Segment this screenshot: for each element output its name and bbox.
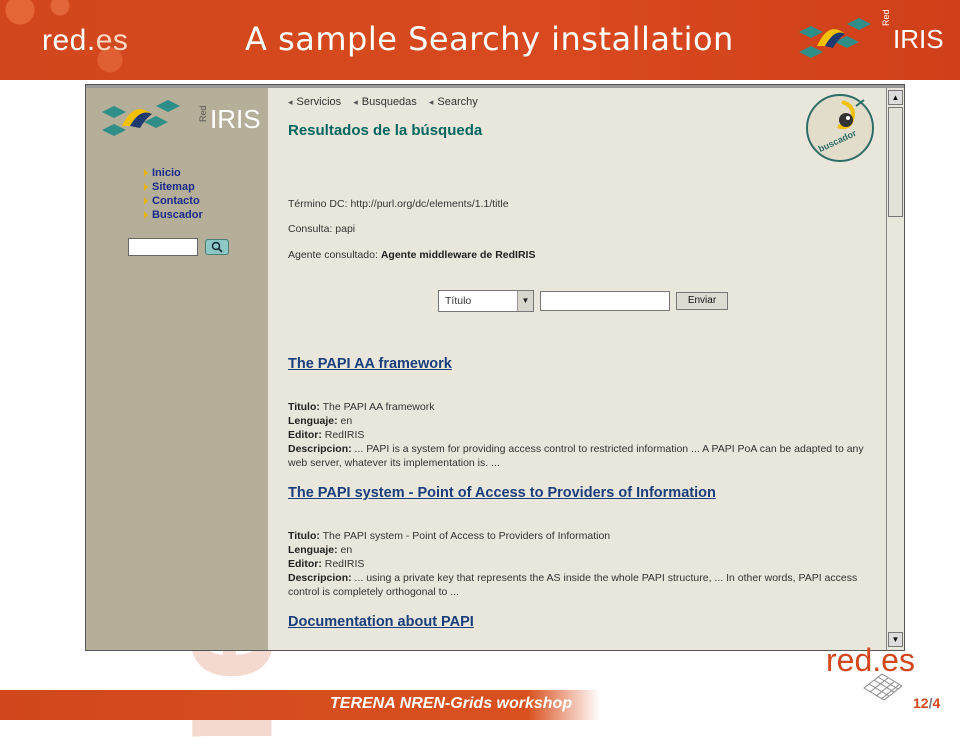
query-input[interactable] (540, 291, 670, 311)
result-title-link[interactable]: The PAPI AA framework (288, 356, 878, 372)
field-select[interactable]: Título ▼ (438, 290, 534, 312)
sidebar-item-label: Sitemap (152, 181, 195, 193)
sidebar-item-contacto[interactable]: Contacto (144, 194, 203, 208)
rediris-emblem-icon (102, 100, 180, 136)
scrollbar-thumb[interactable] (888, 107, 903, 217)
header-decoration (0, 0, 260, 80)
sidebar-item-label: Contacto (152, 195, 200, 207)
result-item: Documentation about PAPI (288, 614, 878, 630)
titulo-label: Titulo: (288, 530, 320, 542)
buscador-badge: buscador (806, 94, 874, 162)
result-item: The PAPI AA framework Titulo: The PAPI A… (288, 356, 878, 470)
sidebar-item-inicio[interactable]: Inicio (144, 166, 203, 180)
result-titulo-line: Titulo: The PAPI AA framework (288, 400, 878, 414)
redes-logo-es: es (95, 24, 129, 57)
result-title-link[interactable]: Documentation about PAPI (288, 614, 878, 630)
breadcrumb-busquedas[interactable]: Busquedas (353, 96, 417, 108)
redes-logo-red: red (42, 24, 87, 57)
lenguaje-value: en (340, 415, 353, 427)
rediris-emblem-icon (799, 18, 871, 58)
breadcrumb: Servicios Busquedas Searchy (288, 96, 487, 108)
rediris-logo: Red IRIS (795, 9, 955, 64)
bullet-icon (144, 183, 148, 192)
result-details: Titulo: The PAPI AA framework Lenguaje: … (288, 400, 878, 470)
slide-title: A sample Searchy installation (245, 20, 734, 58)
sidebar: Red IRIS Inicio Sitemap Contacto Buscado… (86, 88, 268, 650)
editor-value: RedIRIS (324, 558, 365, 570)
result-descripcion-line: Descripcion: ... PAPI is a system for pr… (288, 442, 878, 470)
titulo-label: Titulo: (288, 401, 320, 413)
descripcion-label: Descripcion: (288, 443, 352, 455)
lenguaje-label: Lenguaje: (288, 544, 338, 556)
main-content: Servicios Busquedas Searchy Resultados d… (268, 88, 884, 650)
termino-label: Término DC: (288, 198, 348, 210)
vertical-scrollbar[interactable]: ▲ ▼ (886, 88, 904, 650)
sidebar-item-sitemap[interactable]: Sitemap (144, 180, 203, 194)
agente-value: Agente middleware de RedIRIS (380, 249, 536, 261)
termino-value: http://purl.org/dc/elements/1.1/title (350, 198, 509, 210)
page-current: 12 (913, 695, 929, 711)
bullet-icon (144, 197, 148, 206)
sidebar-item-buscador[interactable]: Buscador (144, 208, 203, 222)
redes-logo: red.es (42, 24, 128, 58)
agente-line: Agente consultado: Agente middleware de … (288, 249, 535, 261)
agente-label: Agente consultado: (288, 249, 378, 261)
arrow-up-icon[interactable]: ▲ (888, 90, 903, 105)
grid-net-icon (863, 673, 903, 701)
page-total: 4 (932, 695, 941, 711)
result-item: The PAPI system - Point of Access to Pro… (288, 485, 878, 599)
sidebar-item-label: Inicio (152, 167, 181, 179)
titulo-value: The PAPI AA framework (322, 401, 435, 413)
result-editor-line: Editor: RedIRIS (288, 428, 878, 442)
result-lenguaje-line: Lenguaje: en (288, 414, 878, 428)
browser-window: Red IRIS Inicio Sitemap Contacto Buscado… (85, 84, 905, 651)
magnifier-icon (211, 241, 223, 253)
descripcion-value: ... using a private key that represents … (288, 572, 858, 598)
editor-value: RedIRIS (324, 429, 365, 441)
buscador-mascot-icon (837, 99, 865, 130)
result-title-link[interactable]: The PAPI system - Point of Access to Pro… (288, 485, 878, 501)
page-number: 12/4 (913, 695, 940, 711)
editor-label: Editor: (288, 429, 322, 441)
page-title: Resultados de la búsqueda (288, 122, 483, 139)
consulta-line: Consulta: papi (288, 223, 355, 235)
consulta-label: Consulta: (288, 223, 333, 235)
rediris-logo-iris: IRIS (893, 24, 944, 54)
descripcion-value: ... PAPI is a system for providing acces… (288, 443, 864, 469)
footer-text: TERENA NREN-Grids workshop (330, 695, 573, 712)
descripcion-label: Descripcion: (288, 572, 352, 584)
result-editor-line: Editor: RedIRIS (288, 557, 878, 571)
field-select-value: Título (445, 295, 472, 307)
submit-button[interactable]: Enviar (676, 292, 728, 310)
result-descripcion-line: Descripcion: ... using a private key tha… (288, 571, 878, 599)
sidebar-rediris-logo: Red IRIS (100, 100, 261, 140)
chevron-down-icon: ▼ (517, 291, 533, 311)
breadcrumb-servicios[interactable]: Servicios (288, 96, 341, 108)
breadcrumb-searchy[interactable]: Searchy (429, 96, 478, 108)
titulo-value: The PAPI system - Point of Access to Pro… (322, 530, 611, 542)
redes-logo-dot: . (86, 24, 96, 57)
consulta-value: papi (335, 223, 356, 235)
sidebar-nav: Inicio Sitemap Contacto Buscador (144, 166, 203, 222)
sidebar-logo-red: Red (198, 105, 208, 122)
sidebar-search-button[interactable] (205, 239, 229, 255)
result-lenguaje-line: Lenguaje: en (288, 543, 878, 557)
bullet-icon (144, 169, 148, 178)
result-details: Titulo: The PAPI system - Point of Acces… (288, 529, 878, 599)
editor-label: Editor: (288, 558, 322, 570)
sidebar-item-label: Buscador (152, 209, 203, 221)
slide-header: red.es A sample Searchy installation Red… (0, 0, 960, 80)
lenguaje-label: Lenguaje: (288, 415, 338, 427)
result-titulo-line: Titulo: The PAPI system - Point of Acces… (288, 529, 878, 543)
sidebar-search-input[interactable] (128, 238, 198, 256)
rediris-logo-red: Red (881, 9, 891, 26)
bullet-icon (144, 211, 148, 220)
termino-line: Término DC: http://purl.org/dc/elements/… (288, 198, 509, 210)
lenguaje-value: en (340, 544, 353, 556)
sidebar-logo-iris: IRIS (210, 104, 261, 134)
